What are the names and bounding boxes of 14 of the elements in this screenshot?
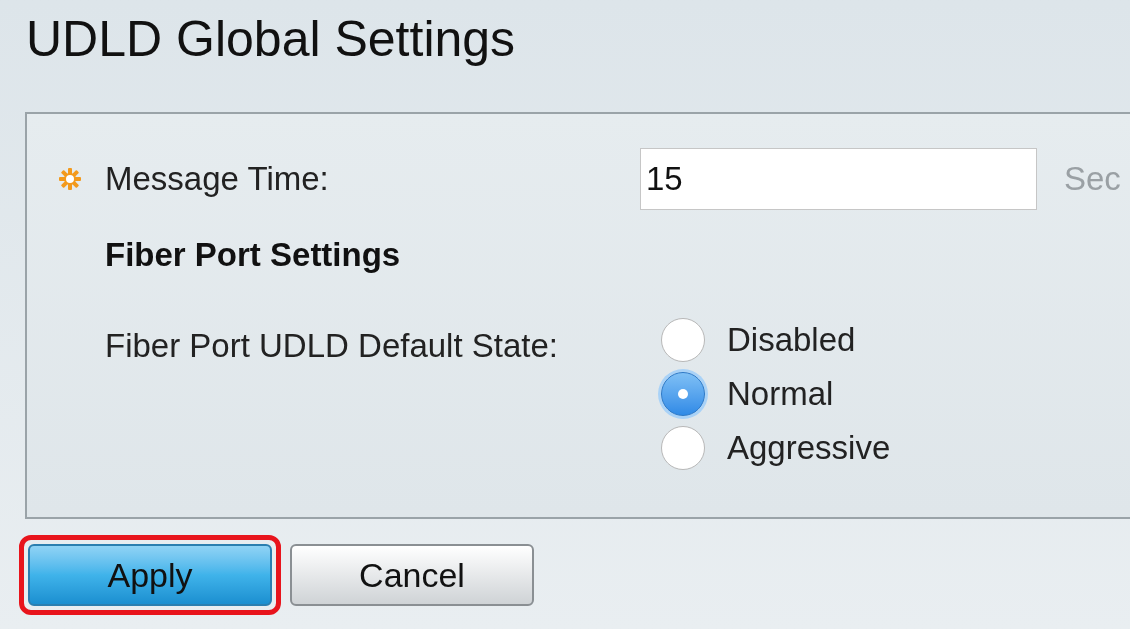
- radio-label: Normal: [727, 373, 834, 414]
- radio-label: Disabled: [727, 319, 856, 360]
- page-title: UDLD Global Settings: [26, 14, 516, 64]
- radio-button[interactable]: [661, 317, 705, 362]
- apply-button[interactable]: Apply: [28, 544, 272, 606]
- radio-button[interactable]: [661, 371, 705, 416]
- field-label: Fiber Port UDLD Default State:: [105, 325, 559, 366]
- radio-label: Aggressive: [727, 427, 891, 468]
- section-title: Fiber Port Settings: [105, 235, 402, 275]
- message-time-field[interactable]: 15: [640, 148, 1037, 210]
- unit-label: Sec: [1064, 159, 1121, 200]
- radio-button[interactable]: [661, 425, 705, 470]
- field-label: Message Time:: [105, 159, 330, 200]
- cancel-button[interactable]: Cancel: [290, 544, 534, 606]
